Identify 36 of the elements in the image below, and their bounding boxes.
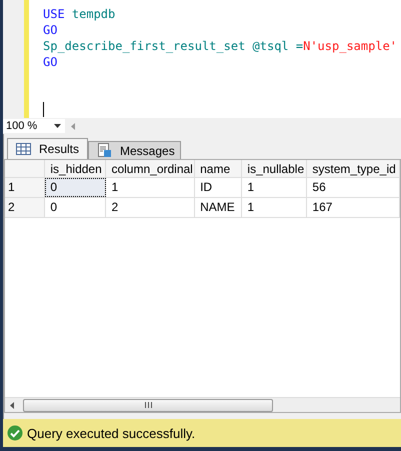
horizontal-scrollbar[interactable]: [5, 397, 400, 412]
grip-icon: [144, 402, 152, 408]
column-header[interactable]: is_nullable: [242, 160, 308, 177]
column-header[interactable]: column_ordinal: [106, 160, 196, 177]
code-token: GO: [43, 23, 58, 37]
table-cell: 1: [242, 178, 308, 197]
results-tab[interactable]: Messages: [88, 141, 181, 159]
table-cell: 56: [307, 178, 400, 197]
code-token: Sp_describe_first_result_set @tsql =: [43, 39, 304, 53]
table-cell: 167: [307, 198, 400, 217]
scroll-thumb[interactable]: [23, 398, 273, 412]
status-text: Query executed successfully.: [27, 426, 196, 440]
scroll-left-icon[interactable]: [10, 402, 14, 408]
column-header[interactable]: name: [195, 160, 242, 177]
zoom-dropdown[interactable]: 100 %: [3, 119, 65, 133]
results-tab[interactable]: Results: [7, 138, 88, 159]
caret-icon: [54, 124, 61, 128]
check-icon: [7, 425, 23, 441]
table-cell: 1: [106, 178, 196, 197]
code-token: USE: [43, 7, 65, 21]
table-cell: 0: [45, 178, 106, 197]
code-token: GO: [43, 55, 58, 69]
document-icon: [97, 143, 112, 158]
code-token: tempdb: [70, 7, 116, 21]
row-number[interactable]: 2: [5, 198, 46, 217]
table-cell: ID: [195, 178, 242, 197]
column-header[interactable]: is_hidden: [45, 160, 106, 177]
column-header[interactable]: system_type_id: [307, 160, 400, 177]
row-number[interactable]: 1: [5, 178, 46, 197]
table-cell: NAME: [195, 198, 242, 217]
text-cursor: [43, 102, 44, 117]
table-cell: 0: [45, 198, 106, 217]
table-cell: 1: [242, 198, 308, 217]
table-cell: 2: [106, 198, 196, 217]
grid-icon: [16, 143, 31, 155]
code-token: N'usp_sample': [303, 39, 398, 53]
